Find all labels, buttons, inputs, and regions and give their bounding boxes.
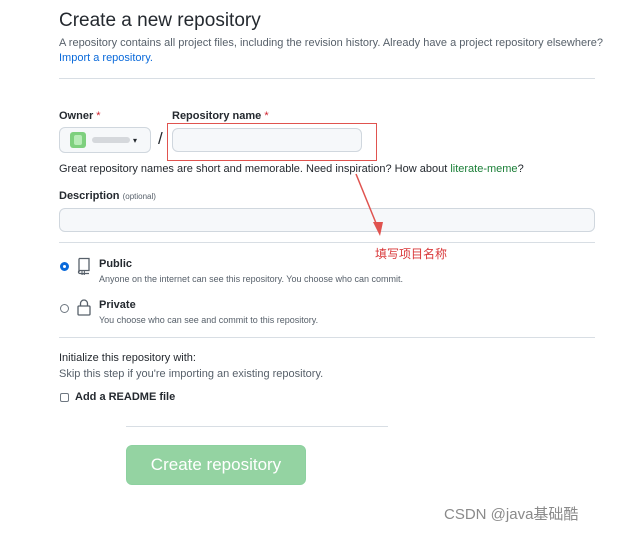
divider [59,242,595,243]
repository-name-label-text: Repository name [172,110,262,122]
page-subtitle: A repository contains all project files,… [59,37,603,49]
description-input[interactable] [59,208,595,232]
description-label-text: Description [59,190,120,202]
description-label: Description (optional) [59,190,156,202]
repo-book-icon [77,257,90,275]
divider [126,426,388,427]
repository-name-required-mark: * [264,110,269,122]
name-suggestion-link[interactable]: literate-meme [450,163,517,175]
annotation-arrow-icon [355,173,383,236]
owner-select-button[interactable]: ▾ [59,127,151,153]
divider [59,337,595,338]
owner-label: Owner * [59,110,101,122]
repository-name-label: Repository name * [172,110,269,122]
owner-required-mark: * [96,110,101,122]
hint-suffix: ? [517,163,524,175]
create-repository-button[interactable]: Create repository [126,445,306,485]
chevron-down-icon: ▾ [133,135,138,145]
initialize-description: Skip this step if you're importing an ex… [59,368,324,380]
description-optional-note: (optional) [122,192,156,201]
owner-name-redacted [92,137,130,143]
owner-repo-separator: / [158,129,163,148]
hint-text: Great repository names are short and mem… [59,163,451,175]
public-option-title: Public [99,258,133,270]
watermark: CSDN @java基础酷 [444,506,579,523]
annotation-text: 填写项目名称 [375,247,448,261]
repository-name-hint: Great repository names are short and mem… [59,163,524,175]
public-radio[interactable] [60,262,69,271]
add-readme-label[interactable]: Add a README file [75,391,175,403]
initialize-title: Initialize this repository with: [59,352,196,364]
lock-icon [77,299,91,316]
add-readme-checkbox[interactable] [60,393,69,402]
import-repository-link[interactable]: Import a repository. [59,52,153,64]
private-option-title: Private [99,299,136,311]
page-title: Create a new repository [59,10,261,31]
avatar [70,132,86,148]
divider [59,78,595,79]
annotation-highlight-box [167,123,377,161]
owner-label-text: Owner [59,110,94,122]
public-option-description: Anyone on the internet can see this repo… [99,274,404,284]
private-option-description: You choose who can see and commit to thi… [99,315,319,325]
private-radio[interactable] [60,304,69,313]
